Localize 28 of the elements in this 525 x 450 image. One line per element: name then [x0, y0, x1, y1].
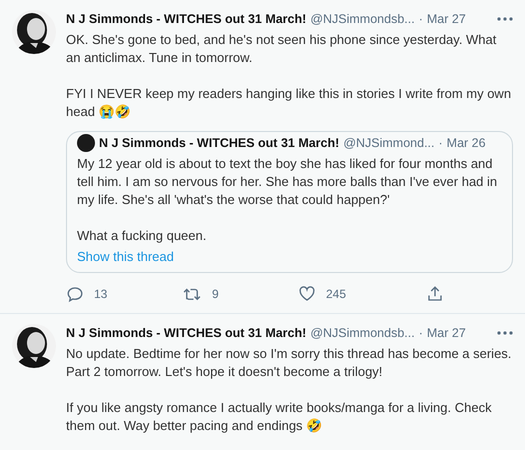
tweet-time[interactable]: Mar 27 — [426, 10, 466, 28]
author-name[interactable]: N J Simmonds - WITCHES out 31 March! — [99, 134, 340, 152]
more-icon[interactable] — [497, 17, 513, 21]
action-count: 9 — [212, 286, 219, 303]
separator-dot: · — [418, 11, 423, 28]
tweet-text: What a fucking queen. — [77, 227, 208, 245]
author-name[interactable]: N J Simmonds - WITCHES out 31 March! — [66, 324, 306, 342]
reply-icon[interactable] — [66, 285, 84, 303]
tweet-time[interactable]: Mar 27 — [426, 324, 466, 342]
user-handle[interactable]: @NJSimmondsb... — [310, 10, 415, 28]
tweet-time[interactable]: Mar 26 — [446, 134, 486, 152]
action-count: 13 — [94, 286, 108, 303]
action-count: 245 — [326, 286, 346, 303]
user-handle[interactable]: @NJSimmondsb... — [310, 324, 415, 342]
heart-icon[interactable] — [298, 285, 316, 303]
tweet-text: OK. She's gone to bed, and he's not seen his phone since yesterday. What an anticlimax. Tune in tomorrow. — [66, 31, 498, 67]
separator-dot: · — [418, 325, 423, 342]
share-icon[interactable] — [426, 285, 444, 303]
tweet-text: FYI I NEVER keep my readers hanging like this in stories I write from my own head 😭🤣 — [66, 85, 512, 121]
tweet-text: My 12 year old is about to text the boy she has liked for four months and tell him. I am so nervous for her. She has more balls than I've ever had in my life. She's all 'what's the worse that could happen?' — [77, 155, 498, 209]
more-icon[interactable] — [497, 331, 513, 335]
show-thread-link[interactable]: Show this thread — [77, 248, 174, 266]
user-handle[interactable]: @NJSimmond... — [343, 134, 434, 152]
author-name[interactable]: N J Simmonds - WITCHES out 31 March! — [66, 10, 306, 28]
tweet-text: No update. Bedtime for her now so I'm sorry this thread has become a series. Part 2 tomorrow. Let's hope it doesn't become a trilogy! — [66, 345, 512, 381]
quoted-tweet[interactable] — [66, 131, 513, 273]
tweet-text: If you like angsty romance I actually write books/manga for a living. Check them out. Way better pacing and endings 🤣 — [66, 399, 493, 435]
separator-dot: · — [438, 135, 443, 152]
